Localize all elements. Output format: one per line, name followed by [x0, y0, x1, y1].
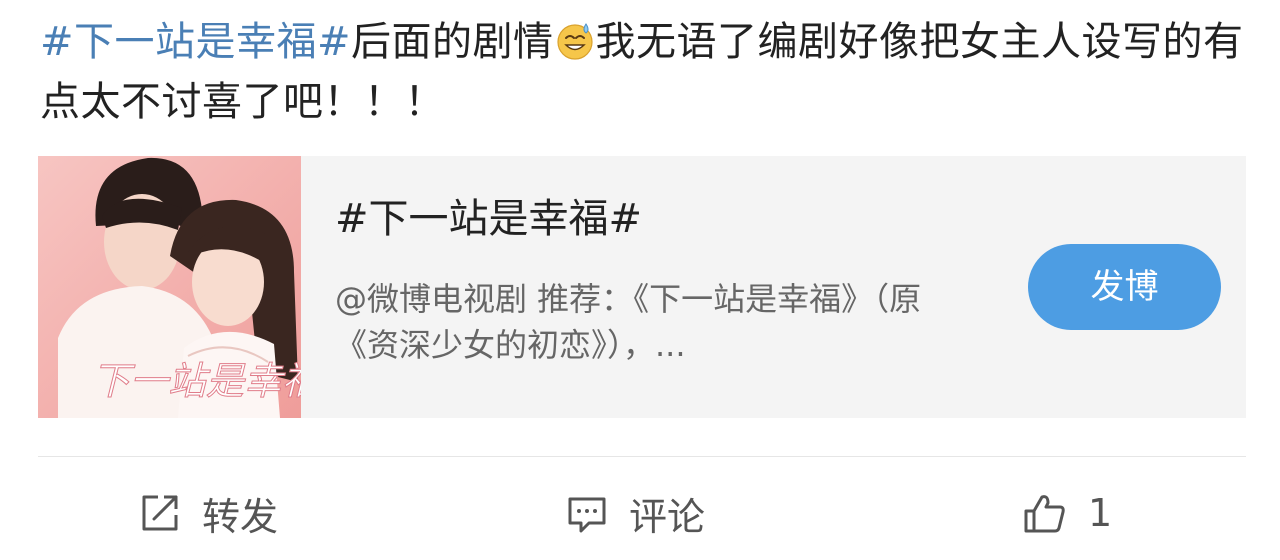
divider [38, 456, 1246, 457]
comment-button[interactable]: 评论 [565, 478, 705, 548]
post-weibo-button[interactable]: 发博 [1028, 244, 1221, 330]
topic-card-image: 下一站是幸福 [38, 156, 301, 418]
thumbs-up-icon [1024, 495, 1065, 533]
like-button[interactable]: 1 [1022, 478, 1112, 548]
post-text-part1: 后面的剧情 [351, 19, 554, 65]
topic-card-title: #下一站是幸福# [335, 196, 643, 242]
drama-poster-image: 下一站是幸福 [38, 156, 301, 418]
topic-link[interactable]: #下一站是幸福# [40, 19, 351, 65]
post-text: #下一站是幸福#后面的剧情 我无语了编剧好像把女主人设写的有点太不讨喜了吧！！！ [40, 12, 1245, 132]
topic-card-description: @微博电视剧 推荐：《下一站是幸福》（原《资深少女的初恋》），... [335, 280, 922, 364]
topic-card[interactable]: 下一站是幸福 #下一站是幸福# @微博电视剧 推荐：《下一站是幸福》（原《资深少… [38, 156, 1246, 418]
comment-label: 评论 [629, 494, 706, 539]
poster-title: 下一站是幸福 [92, 359, 301, 403]
repost-label: 转发 [202, 494, 279, 539]
share-icon [142, 495, 178, 531]
sweat-smile-emoji-icon [556, 23, 593, 60]
comment-icon [568, 497, 606, 533]
repost-button[interactable]: 转发 [138, 478, 278, 548]
like-count: 1 [1088, 491, 1113, 535]
